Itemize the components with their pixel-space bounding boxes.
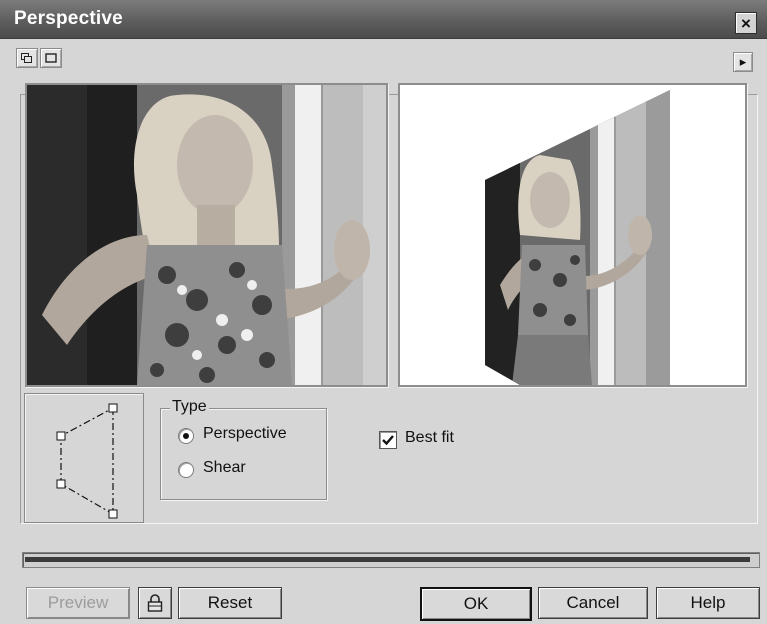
perspective-radio-label: Perspective bbox=[203, 425, 287, 442]
progress-fill bbox=[25, 557, 750, 562]
result-preview[interactable] bbox=[398, 83, 747, 387]
lock-button[interactable] bbox=[138, 587, 172, 619]
checkmark-icon bbox=[382, 435, 394, 446]
ok-button[interactable]: OK bbox=[420, 587, 532, 621]
original-photo bbox=[27, 85, 386, 385]
close-icon: × bbox=[741, 13, 751, 33]
perspective-radio[interactable] bbox=[178, 428, 194, 444]
close-button[interactable]: × bbox=[735, 12, 757, 34]
dual-preview-icon bbox=[21, 53, 32, 63]
window-title: Perspective bbox=[14, 8, 123, 29]
reset-button[interactable]: Reset bbox=[178, 587, 282, 619]
type-group-title: Type bbox=[170, 398, 209, 416]
preview-button[interactable]: Preview bbox=[26, 587, 130, 619]
expand-button[interactable]: ▸ bbox=[733, 52, 753, 72]
expand-arrow-icon: ▸ bbox=[739, 54, 747, 69]
progress-bar bbox=[22, 552, 760, 568]
cancel-button[interactable]: Cancel bbox=[538, 587, 648, 619]
dual-preview-button[interactable] bbox=[16, 48, 38, 68]
perspective-outline-icon bbox=[56, 403, 118, 519]
best-fit-checkbox[interactable] bbox=[379, 431, 397, 449]
best-fit-label: Best fit bbox=[405, 429, 454, 446]
help-button[interactable]: Help bbox=[656, 587, 760, 619]
title-bar: Perspective × bbox=[0, 0, 767, 39]
single-preview-icon bbox=[45, 53, 57, 63]
original-preview[interactable] bbox=[25, 83, 388, 387]
perspective-shape-preview[interactable] bbox=[24, 393, 144, 523]
shear-radio-label: Shear bbox=[203, 459, 246, 476]
lock-icon bbox=[147, 594, 163, 612]
radio-selected-dot bbox=[183, 433, 189, 439]
type-groupbox bbox=[160, 408, 327, 500]
shear-radio[interactable] bbox=[178, 462, 194, 478]
single-preview-button[interactable] bbox=[40, 48, 62, 68]
perspective-result-photo bbox=[400, 85, 745, 385]
